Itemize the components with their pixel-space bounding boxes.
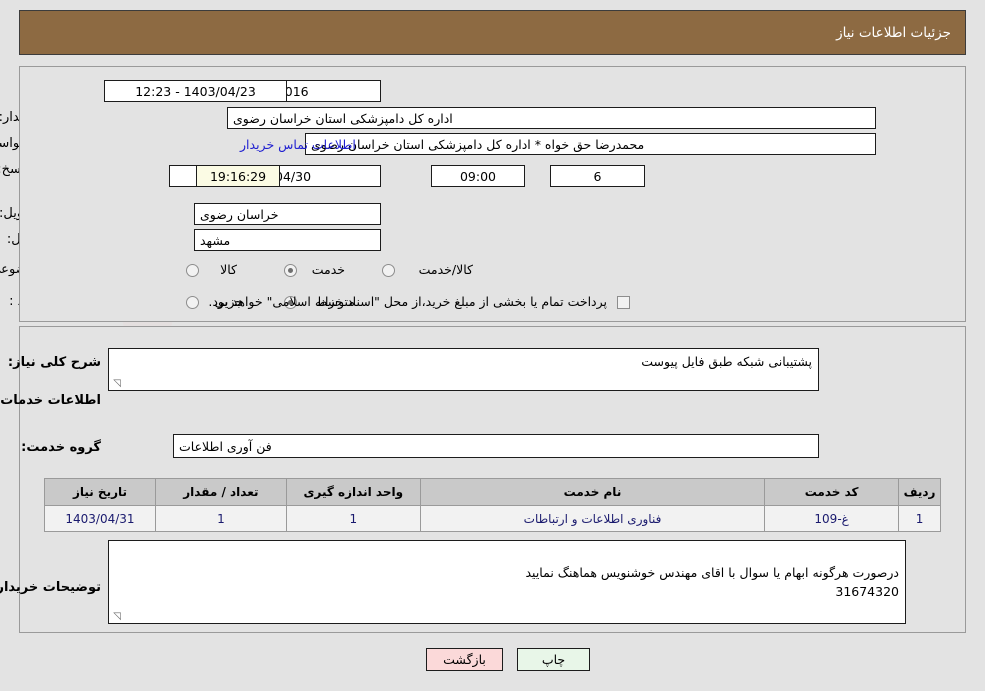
col-row-number: ردیف (898, 478, 941, 506)
radio-category-service-label: خدمت (311, 262, 345, 277)
service-group-value: فن آوری اطلاعات (173, 434, 819, 458)
buyer-contact-link[interactable]: اطلاعات تماس خریدار (240, 137, 356, 152)
col-service-name: نام خدمت (419, 478, 766, 506)
service-group-label: گروه خدمت: (21, 440, 101, 455)
delivery-city-value: مشهد (194, 229, 381, 251)
radio-category-goods-label: کالا (220, 262, 237, 277)
need-summary-panel (19, 66, 966, 322)
checkbox-islamic-treasury-docs-label: پرداخت تمام یا بخشی از مبلغ خرید،از محل … (208, 294, 607, 309)
buyer-notes-textarea[interactable]: درصورت هرگونه ابهام یا سوال با اقای مهند… (108, 540, 906, 624)
deadline-hour-value: 09:00 (431, 165, 525, 187)
col-unit: واحد اندازه گیری (285, 478, 421, 506)
cell-quantity: 1 (154, 505, 287, 532)
delivery-province-value: خراسان رضوی (194, 203, 381, 225)
buyer-notes-label: توضیحات خریدار: (0, 580, 101, 595)
services-table: ردیف کد خدمت نام خدمت واحد اندازه گیری ت… (44, 478, 941, 532)
cell-service-code: غ-109 (764, 505, 900, 532)
col-service-code: کد خدمت (764, 478, 900, 506)
col-need-date: تاریخ نیاز (44, 478, 156, 506)
public-announce-value: 1403/04/23 - 12:23 (104, 80, 287, 102)
resize-grip-icon[interactable]: ◹ (111, 379, 121, 389)
radio-category-goods-service[interactable] (382, 264, 395, 277)
cell-service-name: فناوری اطلاعات و ارتباطات (419, 505, 766, 532)
general-description-value: پشتیبانی شبکه طبق فایل پیوست (641, 354, 812, 369)
remaining-days-value: 6 (550, 165, 645, 187)
resize-grip-icon[interactable]: ◹ (111, 612, 121, 622)
back-button[interactable]: بازگشت (426, 648, 503, 671)
radio-category-service[interactable] (284, 264, 297, 277)
radio-category-goods[interactable] (186, 264, 199, 277)
buyer-notes-value: درصورت هرگونه ابهام یا سوال با اقای مهند… (525, 564, 899, 599)
radio-category-goods-service-label: کالا/خدمت (418, 262, 473, 277)
buyer-org-value: اداره کل دامپزشکی استان خراسان رضوی (227, 107, 876, 129)
checkbox-islamic-treasury-docs[interactable] (617, 296, 630, 309)
cell-row-number: 1 (898, 505, 941, 532)
cell-unit: 1 (285, 505, 421, 532)
page-root: AriaTender.net جزئیات اطلاعات نیاز شماره… (0, 0, 985, 691)
services-section-title: اطلاعات خدمات مورد نیاز (0, 393, 101, 408)
table-row: 1 غ-109 فناوری اطلاعات و ارتباطات 1 1 14… (44, 505, 941, 532)
print-button[interactable]: چاپ (517, 648, 590, 671)
col-quantity: تعداد / مقدار (154, 478, 287, 506)
page-title: جزئیات اطلاعات نیاز (836, 24, 951, 41)
general-description-textarea[interactable]: پشتیبانی شبکه طبق فایل پیوست ◹ (108, 348, 819, 391)
table-header-row: ردیف کد خدمت نام خدمت واحد اندازه گیری ت… (44, 478, 941, 506)
radio-process-minor[interactable] (186, 296, 199, 309)
page-header: جزئیات اطلاعات نیاز (19, 10, 966, 55)
cell-need-date: 1403/04/31 (44, 505, 156, 532)
countdown-timer-value: 19:16:29 (196, 165, 280, 187)
general-description-label: شرح کلی نیاز: (7, 355, 101, 370)
request-creator-value: محمدرضا حق خواه * اداره کل دامپزشکی استا… (305, 133, 876, 155)
